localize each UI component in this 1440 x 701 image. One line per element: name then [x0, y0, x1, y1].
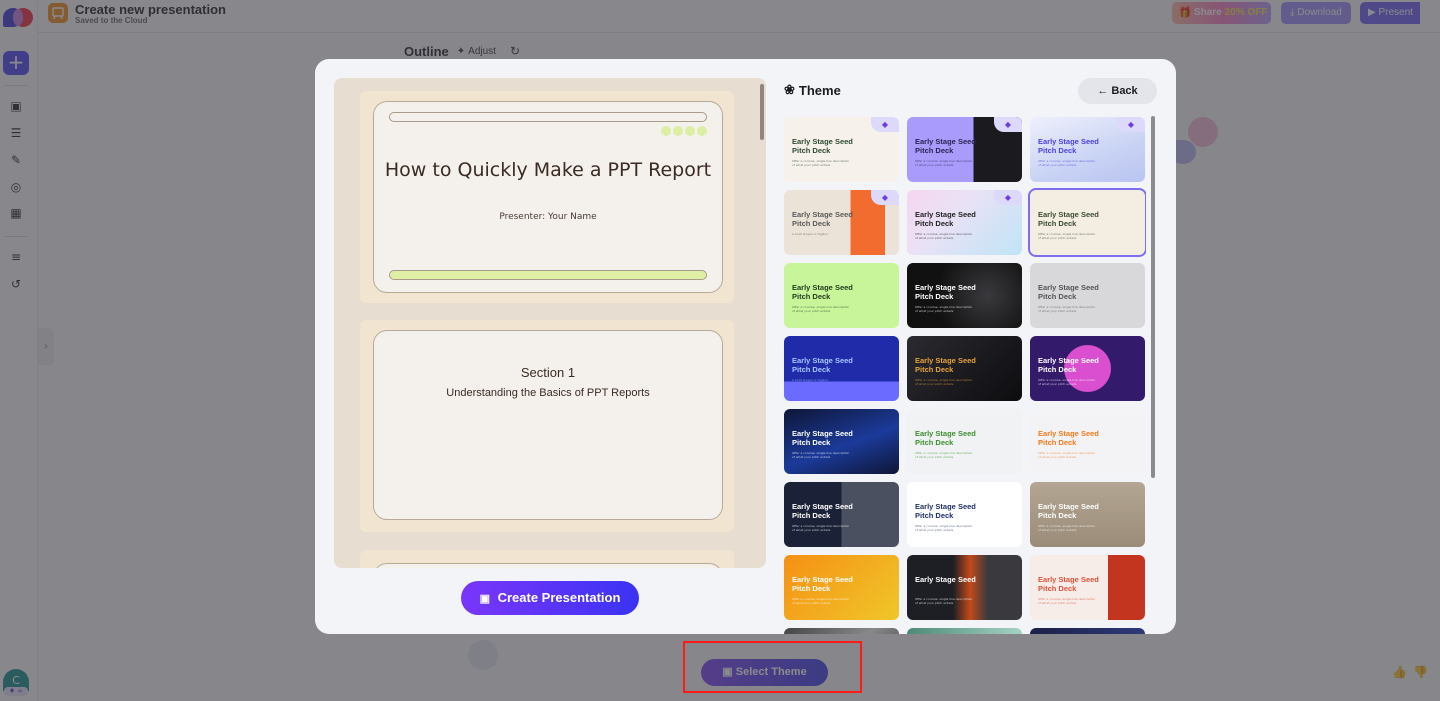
- theme-card-subtitle: Offer a concise, single line description…: [915, 305, 973, 313]
- presentation-icon: ▣: [479, 593, 490, 605]
- theme-card[interactable]: Early Stage Seed Pitch Deck Offer a conci…: [907, 482, 1022, 547]
- highlight-annotation: [683, 641, 862, 693]
- theme-card[interactable]: Early Stage Seed Pitch Deck Offer a conci…: [1030, 555, 1145, 620]
- theme-card-subtitle: Offer a concise, single line description…: [1038, 232, 1096, 240]
- theme-card[interactable]: [1030, 628, 1145, 634]
- theme-card-subtitle: Offer a concise, single line description…: [1038, 378, 1096, 386]
- theme-card-subtitle: Offer a concise, single line description…: [1038, 451, 1096, 459]
- theme-modal: How to Quickly Make a PPT Report Present…: [315, 59, 1176, 634]
- theme-card-subtitle: Offer a concise, single line description…: [915, 159, 973, 167]
- theme-card-title: Early Stage Seed Pitch Deck: [1038, 283, 1099, 301]
- premium-gem-icon: ◆: [871, 190, 899, 205]
- theme-card-subtitle: Offer a concise, single line description…: [915, 451, 973, 459]
- section-slide[interactable]: Section 1 Understanding the Basics of PP…: [373, 330, 723, 520]
- theme-card[interactable]: Early Stage Seed Pitch Deck Offer a conci…: [907, 117, 1022, 182]
- slide-title: How to Quickly Make a PPT Report: [384, 159, 712, 181]
- theme-card-title: Early Stage Seed Pitch Deck: [915, 210, 976, 228]
- theme-heading: ❀ Theme: [784, 82, 841, 98]
- theme-card[interactable]: Early Stage Seed Pitch Deck Offer a conci…: [1030, 336, 1145, 401]
- theme-card-title: Early Stage Seed: [915, 575, 976, 584]
- title-slide[interactable]: How to Quickly Make a PPT Report Present…: [373, 101, 723, 293]
- theme-card-subtitle: Offer a concise, single line description…: [915, 232, 973, 240]
- slide-decor-dots: [661, 126, 707, 136]
- slide-frame: How to Quickly Make a PPT Report Present…: [360, 91, 734, 303]
- theme-card[interactable]: Early Stage Seed Pitch Deck Offer a conci…: [1030, 117, 1145, 182]
- theme-card-title: Early Stage Seed Pitch Deck: [1038, 356, 1099, 374]
- theme-card-subtitle: Offer a concise, single line description…: [1038, 159, 1096, 167]
- theme-card-title: Early Stage Seed Pitch Deck: [792, 575, 853, 593]
- theme-card[interactable]: Early Stage Seed Offer a concise, single …: [907, 555, 1022, 620]
- slide-subtitle: Presenter: Your Name: [499, 212, 597, 222]
- theme-card-title: Early Stage Seed Pitch Deck: [792, 502, 853, 520]
- theme-card[interactable]: Early Stage Seed Pitch Deck Offer a conci…: [1030, 263, 1145, 328]
- theme-card[interactable]: Early Stage Seed Pitch Deck Offer a conci…: [907, 190, 1022, 255]
- theme-card-title: Early Stage Seed Pitch Deck: [915, 283, 976, 301]
- create-presentation-button[interactable]: ▣ Create Presentation: [461, 581, 639, 615]
- theme-card-title: Early Stage Seed Pitch Deck: [792, 283, 853, 301]
- theme-card-subtitle: A brief slogan or tagline: [792, 378, 829, 382]
- theme-card[interactable]: Early Stage Seed Pitch Deck Offer a conci…: [1030, 482, 1145, 547]
- theme-card-title: Early Stage Seed Pitch Deck: [915, 502, 976, 520]
- theme-card-subtitle: Offer a concise, single line description…: [1038, 597, 1096, 605]
- slide-decor-bar: [389, 112, 707, 122]
- slide-decor-bar: [389, 270, 707, 280]
- theme-card-title: Early Stage Seed Pitch Deck: [915, 429, 976, 447]
- theme-card[interactable]: Early Stage Seed Pitch Deck Offer a conci…: [907, 409, 1022, 474]
- theme-card-title: Early Stage Seed Pitch Deck: [792, 137, 853, 155]
- theme-card-subtitle: A brief slogan or tagline: [792, 232, 829, 236]
- theme-card-title: Early Stage Seed Pitch Deck: [1038, 429, 1099, 447]
- premium-gem-icon: ◆: [1117, 117, 1145, 132]
- theme-card-subtitle: Offer a concise, single line description…: [915, 597, 973, 605]
- theme-card-subtitle: Offer a concise, single line description…: [792, 305, 850, 313]
- theme-card-subtitle: Offer a concise, single line description…: [792, 524, 850, 532]
- theme-card-subtitle: Offer a concise, single line description…: [1038, 524, 1096, 532]
- premium-gem-icon: ◆: [871, 117, 899, 132]
- section-title: Section 1: [520, 365, 576, 380]
- theme-card-title: Early Stage Seed Pitch Deck: [1038, 137, 1099, 155]
- theme-card[interactable]: [907, 628, 1022, 634]
- theme-card[interactable]: Early Stage Seed Pitch Deck Offer a conci…: [1028, 188, 1146, 257]
- premium-gem-icon: ◆: [994, 117, 1022, 132]
- theme-card-subtitle: Offer a concise, single line description…: [792, 597, 850, 605]
- palette-icon: ❀: [784, 82, 795, 97]
- theme-card-subtitle: Offer a concise, single line description…: [792, 159, 850, 167]
- next-slide[interactable]: [373, 563, 723, 568]
- theme-card[interactable]: Early Stage Seed Pitch Deck Offer a conci…: [784, 409, 899, 474]
- theme-title: Theme: [798, 82, 841, 98]
- theme-card-subtitle: Offer a concise, single line description…: [1038, 305, 1096, 313]
- slide-frame: Section 1 Understanding the Basics of PP…: [360, 320, 734, 532]
- theme-card-title: Early Stage Seed Pitch Deck: [915, 137, 976, 155]
- theme-card-subtitle: Offer a concise, single line description…: [915, 524, 973, 532]
- back-button[interactable]: ← Back: [1078, 78, 1157, 104]
- create-presentation-label: Create Presentation: [497, 590, 621, 605]
- theme-card[interactable]: Early Stage Seed Pitch Deck Offer a conci…: [784, 263, 899, 328]
- slide-frame: [360, 550, 734, 568]
- theme-grid: Early Stage Seed Pitch Deck Offer a conci…: [784, 117, 1146, 634]
- theme-card-title: Early Stage Seed Pitch Deck: [792, 356, 853, 374]
- theme-card-title: Early Stage Seed Pitch Deck: [1038, 210, 1099, 228]
- theme-card[interactable]: Early Stage Seed Pitch Deck Offer a conci…: [784, 117, 899, 182]
- preview-scrollbar[interactable]: [760, 84, 764, 140]
- theme-card[interactable]: Early Stage Seed Pitch Deck Offer a conci…: [784, 482, 899, 547]
- slide-preview: How to Quickly Make a PPT Report Present…: [334, 78, 766, 568]
- theme-card-title: Early Stage Seed Pitch Deck: [792, 429, 853, 447]
- section-subtitle: Understanding the Basics of PPT Reports: [446, 387, 650, 399]
- theme-card[interactable]: Early Stage Seed Pitch Deck Offer a conci…: [907, 336, 1022, 401]
- theme-card[interactable]: Early Stage Seed Pitch Deck A brief sloga…: [784, 190, 899, 255]
- theme-card-title: Early Stage Seed Pitch Deck: [1038, 502, 1099, 520]
- theme-card[interactable]: Early Stage Seed Pitch Deck A brief sloga…: [784, 336, 899, 401]
- theme-card[interactable]: [784, 628, 899, 634]
- theme-card[interactable]: Early Stage Seed Pitch Deck Offer a conci…: [784, 555, 899, 620]
- theme-card[interactable]: Early Stage Seed Pitch Deck Offer a conci…: [1030, 409, 1145, 474]
- premium-gem-icon: ◆: [994, 190, 1022, 205]
- theme-card-subtitle: Offer a concise, single line description…: [915, 378, 973, 386]
- theme-card-title: Early Stage Seed Pitch Deck: [915, 356, 976, 374]
- theme-card-title: Early Stage Seed Pitch Deck: [792, 210, 853, 228]
- theme-card[interactable]: Early Stage Seed Pitch Deck Offer a conci…: [907, 263, 1022, 328]
- theme-card-subtitle: Offer a concise, single line description…: [792, 451, 850, 459]
- theme-grid-scrollbar[interactable]: [1151, 116, 1155, 478]
- theme-card-title: Early Stage Seed Pitch Deck: [1038, 575, 1099, 593]
